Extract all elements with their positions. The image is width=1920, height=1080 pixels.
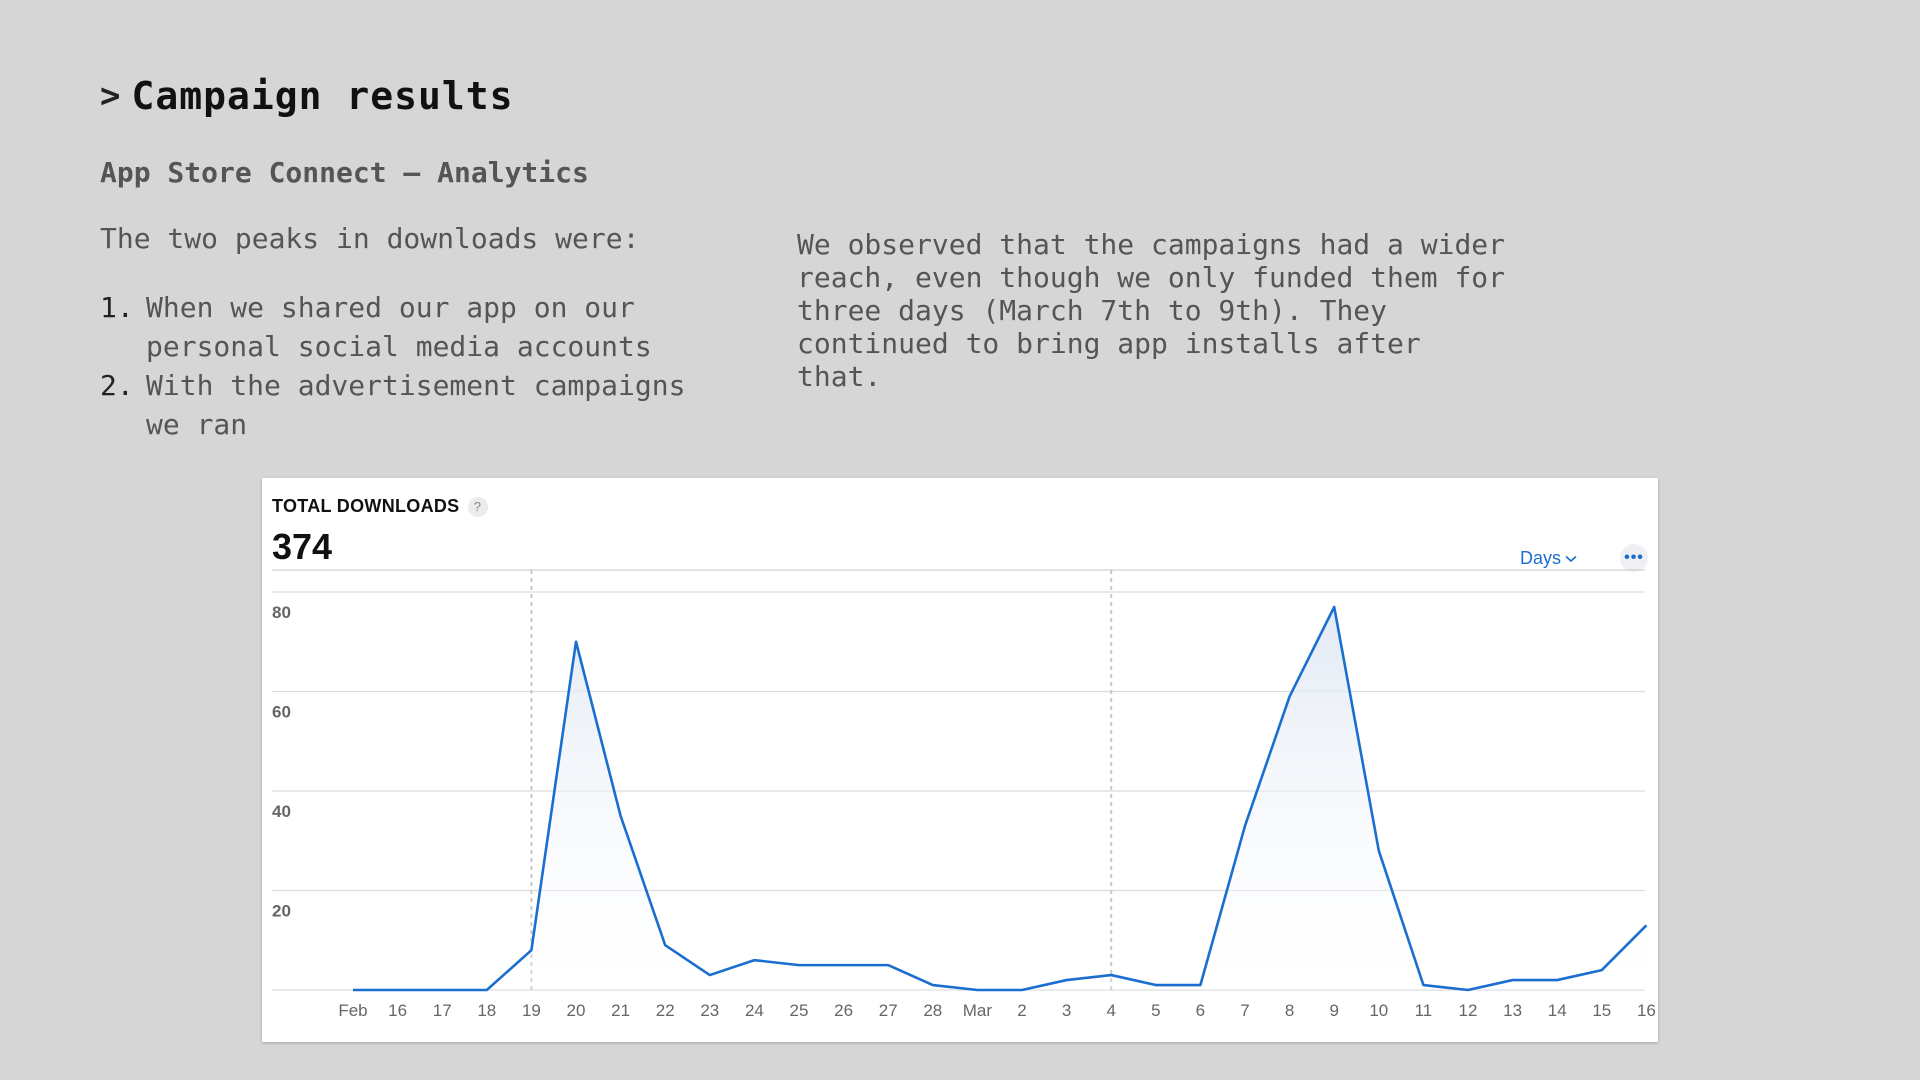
list-number: 2. [100,369,134,402]
y-tick-label: 40 [272,802,291,821]
x-tick-label: 16 [388,1001,407,1020]
x-tick-label: 12 [1459,1001,1478,1020]
observation-text: We observed that the campaigns had a wid… [797,228,1506,393]
x-tick-label: 9 [1329,1001,1338,1020]
intro-text: The two peaks in downloads were: [100,222,640,255]
x-tick-label: 28 [923,1001,942,1020]
x-tick-label: 19 [522,1001,541,1020]
x-tick-label: 27 [879,1001,898,1020]
series-area [353,606,1647,990]
list-item: 1. When we shared our app on our persona… [100,288,706,366]
x-tick-label: 7 [1240,1001,1249,1020]
x-tick-label: 8 [1285,1001,1294,1020]
x-tick-label: 24 [745,1001,764,1020]
section-heading: > Campaign results [100,74,514,118]
chevron-right-icon: > [100,76,122,116]
x-tick-label: 23 [700,1001,719,1020]
x-tick-label: 3 [1062,1001,1071,1020]
x-tick-label: 14 [1548,1001,1567,1020]
downloads-chart: 20406080Feb 16 17 18 19 20 21 22 23 24 25 26 27 28 Mar… [272,569,1656,1020]
x-tick-label: 6 [1196,1001,1205,1020]
section-title: Campaign results [131,74,514,118]
x-tick-label: 21 [611,1001,630,1020]
x-tick-label: Mar [963,1001,993,1020]
x-tick-label: 4 [1106,1001,1115,1020]
peaks-list: 1. When we shared our app on our persona… [100,288,706,444]
x-tick-label: 26 [834,1001,853,1020]
y-tick-label: 20 [272,902,291,921]
x-tick-label: 15 [1592,1001,1611,1020]
x-tick-label: 22 [656,1001,675,1020]
x-tick-label: 10 [1369,1001,1388,1020]
x-tick-label: 2 [1017,1001,1026,1020]
list-text: When we shared our app on our personal s… [146,291,652,363]
list-item: 2. With the advertisement campaigns we r… [100,366,706,444]
list-text: With the advertisement campaigns we ran [146,369,686,441]
x-tick-label: 13 [1503,1001,1522,1020]
y-tick-label: 80 [272,603,291,622]
list-number: 1. [100,291,134,324]
subtitle: App Store Connect – Analytics [100,156,589,189]
x-tick-label: 20 [567,1001,586,1020]
x-tick-label: 18 [477,1001,496,1020]
downloads-card: TOTAL DOWNLOADS ? 374 Days ••• 20 40 60 80 F… [262,478,1658,1042]
y-tick-label: 60 [272,703,291,722]
x-tick-label: 25 [790,1001,809,1020]
x-tick-label: 5 [1151,1001,1160,1020]
x-tick-label: 17 [433,1001,452,1020]
x-tick-label: 16 [1637,1001,1656,1020]
x-tick-label: Feb [338,1001,367,1020]
x-tick-label: 11 [1415,1001,1433,1020]
